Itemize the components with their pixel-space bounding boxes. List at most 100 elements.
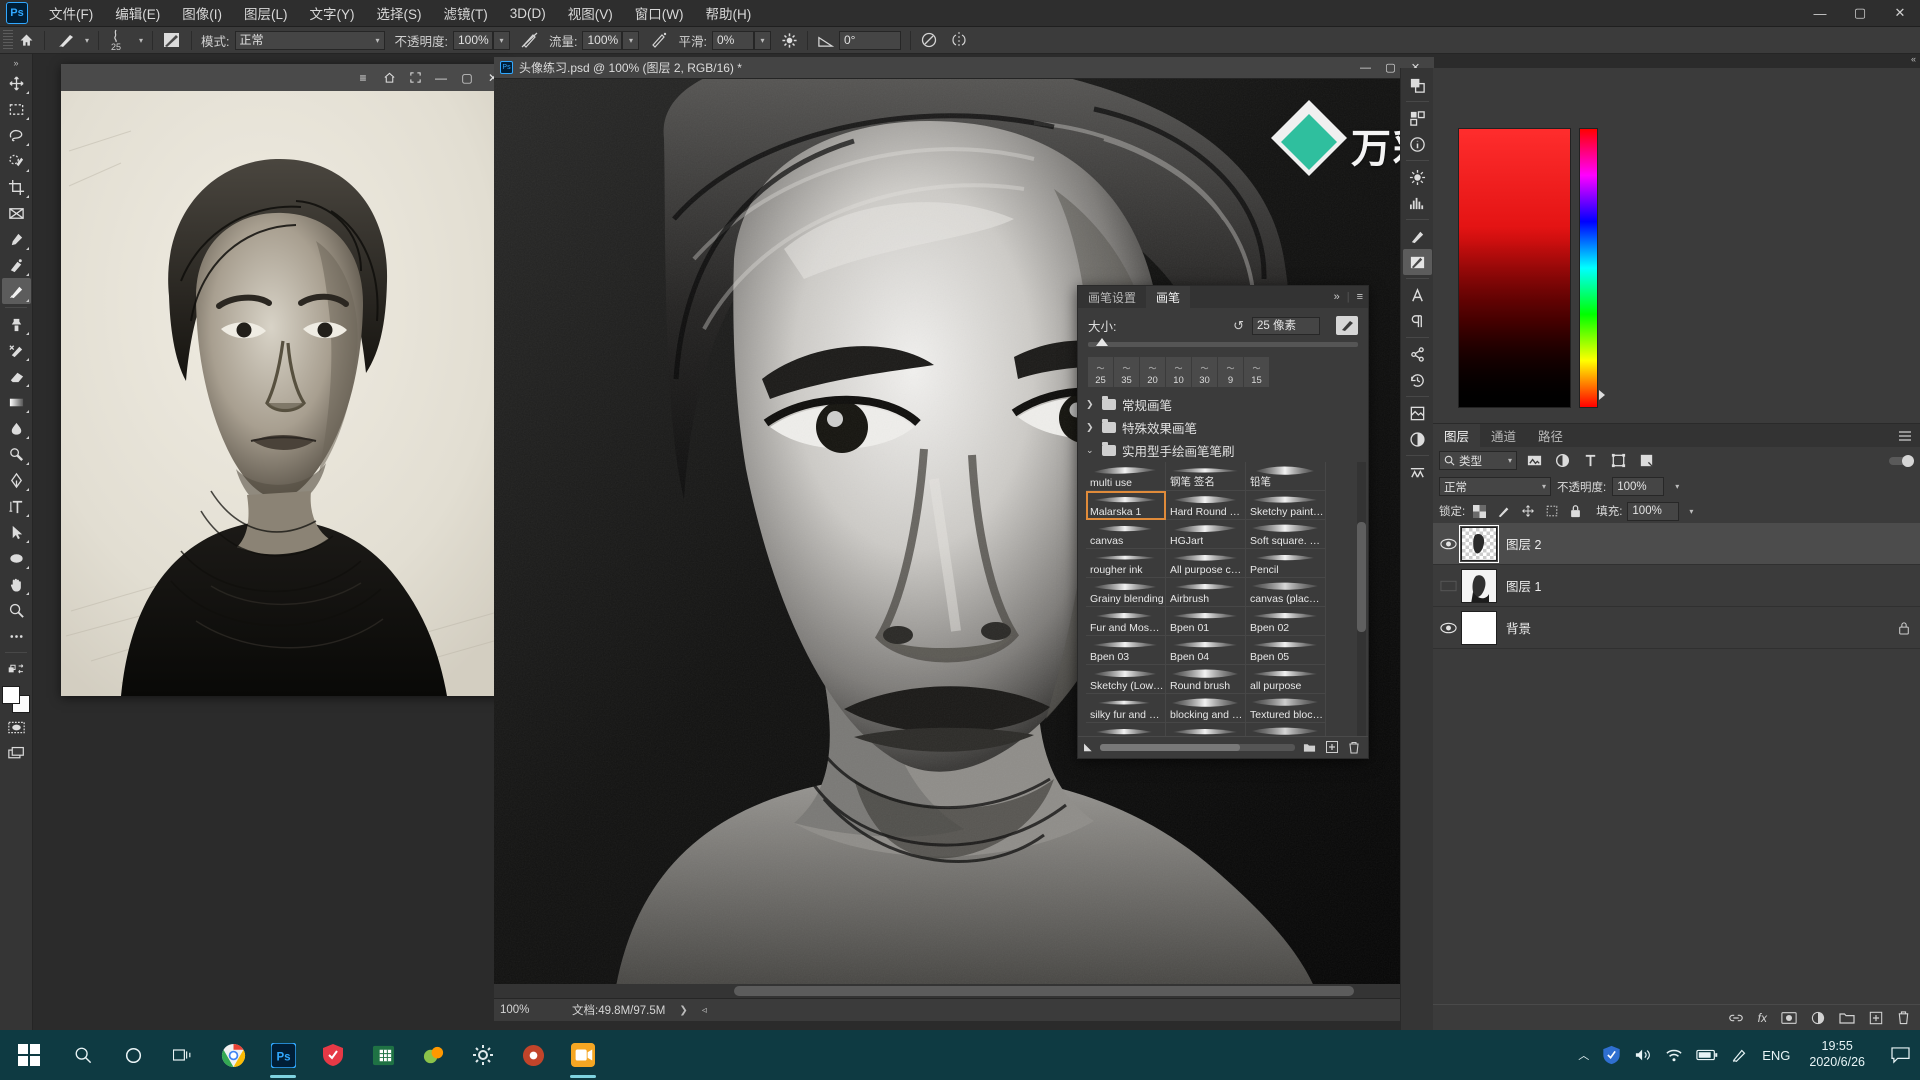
filter-smart-object-icon[interactable] bbox=[1635, 451, 1657, 471]
photoshop-icon[interactable]: Ps bbox=[258, 1030, 308, 1080]
eyedropper-tool[interactable] bbox=[2, 226, 31, 252]
settings-icon[interactable] bbox=[458, 1030, 508, 1080]
color-field[interactable] bbox=[1458, 128, 1571, 408]
brush-tip-icon[interactable] bbox=[1336, 316, 1358, 335]
brushes-icon[interactable] bbox=[1402, 249, 1432, 275]
brush-size-slider-thumb[interactable] bbox=[1096, 338, 1108, 346]
marquee-tool[interactable] bbox=[2, 96, 31, 122]
patterns-icon[interactable] bbox=[1403, 459, 1432, 485]
layer-thumbnail[interactable] bbox=[1461, 568, 1497, 603]
brush-cell[interactable]: Bpen 03 bbox=[1086, 636, 1166, 665]
chrome-icon[interactable] bbox=[208, 1030, 258, 1080]
histogram-icon[interactable] bbox=[1403, 190, 1432, 216]
layer-opacity-value[interactable]: 100% bbox=[1612, 477, 1665, 496]
smoothing-settings-button[interactable] bbox=[776, 27, 803, 54]
brush-cell[interactable]: Bpen 01 bbox=[1166, 607, 1246, 636]
brush-cell[interactable]: Grainy blending bbox=[1086, 578, 1166, 607]
ellipse-tool[interactable] bbox=[2, 545, 31, 571]
type-tool[interactable] bbox=[2, 493, 31, 519]
menu-select[interactable]: 选择(S) bbox=[366, 0, 433, 27]
start-button[interactable] bbox=[0, 1030, 58, 1080]
brush-grid-scrollbar[interactable] bbox=[1357, 462, 1366, 736]
brush-cell[interactable]: blocking and p... bbox=[1166, 694, 1246, 723]
document-horizontal-scroll-thumb[interactable] bbox=[734, 986, 1354, 996]
edit-toolbar-button[interactable] bbox=[2, 623, 31, 649]
lasso-tool[interactable] bbox=[2, 122, 31, 148]
layer-blend-mode-select[interactable]: 正常 ▾ bbox=[1439, 477, 1551, 496]
spot-healing-brush-tool[interactable] bbox=[2, 252, 31, 278]
brush-cell[interactable]: Sketchy painty... bbox=[1246, 491, 1326, 520]
clone-stamp-tool[interactable] bbox=[2, 311, 31, 337]
layer-filter-select[interactable]: 类型 ▾ bbox=[1439, 451, 1517, 470]
layer-comps-icon[interactable] bbox=[1403, 400, 1432, 426]
blur-tool[interactable] bbox=[2, 415, 31, 441]
brush-cell[interactable]: inking bbox=[1086, 723, 1166, 736]
layer-row-background[interactable]: 背景 bbox=[1433, 607, 1920, 649]
frame-tool[interactable] bbox=[2, 200, 31, 226]
brush-cell[interactable]: Pencil bbox=[1246, 549, 1326, 578]
layer-thumbnail[interactable] bbox=[1461, 610, 1497, 645]
airbrush-toggle[interactable] bbox=[644, 27, 673, 54]
new-folder-icon[interactable] bbox=[1303, 741, 1316, 754]
layer-style-fx-icon[interactable]: fx bbox=[1758, 1011, 1767, 1025]
brush-size-slider[interactable] bbox=[1088, 338, 1358, 347]
move-tool[interactable] bbox=[2, 70, 31, 96]
brush-cell[interactable]: Textured blocki... bbox=[1246, 694, 1326, 723]
brush-folder-practical[interactable]: ⌄ 实用型手绘画笔笔刷 bbox=[1078, 439, 1368, 462]
battery-icon[interactable] bbox=[1696, 1048, 1718, 1062]
clock[interactable]: 19:55 2020/6/26 bbox=[1803, 1039, 1871, 1070]
menu-layer[interactable]: 图层(L) bbox=[233, 0, 299, 27]
document-minimize-button[interactable]: — bbox=[1353, 58, 1378, 78]
info-icon[interactable] bbox=[1403, 131, 1432, 157]
menu-filter[interactable]: 滤镜(T) bbox=[433, 0, 499, 27]
menu-window[interactable]: 窗口(W) bbox=[624, 0, 695, 27]
lock-transparent-pixels-icon[interactable] bbox=[1470, 502, 1489, 521]
menu-view[interactable]: 视图(V) bbox=[557, 0, 624, 27]
flow-dropdown[interactable]: ▾ bbox=[622, 30, 640, 50]
brush-cell[interactable]: Round brush bbox=[1166, 665, 1246, 694]
pen-tool[interactable] bbox=[2, 467, 31, 493]
brush-tool[interactable] bbox=[1, 278, 31, 304]
brush-grid-scroll-thumb[interactable] bbox=[1357, 522, 1366, 632]
add-mask-icon[interactable] bbox=[1781, 1011, 1797, 1025]
zoom-tool[interactable] bbox=[2, 597, 31, 623]
brush-cell[interactable]: Airbrush bbox=[1166, 578, 1246, 607]
filter-shape-icon[interactable] bbox=[1607, 451, 1629, 471]
screen-mode-button[interactable] bbox=[2, 740, 31, 766]
brush-cell[interactable]: silky fur and de... bbox=[1086, 694, 1166, 723]
brush-folder-special[interactable]: ❯ 特殊效果画笔 bbox=[1078, 416, 1368, 439]
opacity-input[interactable]: 100% bbox=[453, 30, 493, 50]
brush-cell[interactable]: multi use bbox=[1086, 462, 1166, 491]
layers-panel-menu-icon[interactable] bbox=[1898, 424, 1920, 447]
brush-size-value[interactable]: 25 像素 bbox=[1252, 316, 1320, 335]
eraser-tool[interactable] bbox=[2, 363, 31, 389]
opacity-dropdown-icon[interactable]: ▾ bbox=[1675, 482, 1679, 491]
hue-slider-arrow[interactable] bbox=[1599, 390, 1605, 400]
hue-strip[interactable] bbox=[1579, 128, 1598, 408]
lock-artboard-icon[interactable] bbox=[1542, 502, 1561, 521]
adjustments-icon[interactable] bbox=[1403, 164, 1432, 190]
zoom-level[interactable]: 100% bbox=[500, 1004, 556, 1016]
smoothing-dropdown[interactable]: ▾ bbox=[753, 30, 771, 50]
volume-icon[interactable] bbox=[1634, 1047, 1652, 1063]
resize-handle-icon[interactable]: ◣ bbox=[1084, 742, 1092, 753]
reference-minimize-button[interactable]: — bbox=[428, 67, 454, 89]
link-layers-icon[interactable] bbox=[1728, 1011, 1744, 1025]
reset-size-icon[interactable]: ↺ bbox=[1233, 318, 1244, 334]
home-button[interactable] bbox=[13, 27, 40, 54]
status-expand-icon[interactable]: ❯ bbox=[679, 1005, 687, 1016]
menu-image[interactable]: 图像(I) bbox=[171, 0, 233, 27]
delete-brush-icon[interactable] bbox=[1348, 741, 1360, 754]
reference-window-titlebar[interactable]: ≡ — ▢ ✕ bbox=[61, 64, 508, 91]
brush-cell[interactable]: Fur and Moss/g... bbox=[1086, 607, 1166, 636]
brush-cell[interactable]: HGJart bbox=[1166, 520, 1246, 549]
dock-collapse-icon[interactable]: « bbox=[1911, 54, 1916, 64]
foreground-color-swatch[interactable] bbox=[2, 686, 20, 704]
recent-size-item[interactable]: 〜 10 bbox=[1166, 357, 1192, 387]
pen-icon[interactable] bbox=[1731, 1046, 1749, 1064]
opacity-pressure-toggle[interactable] bbox=[515, 27, 544, 54]
dodge-tool[interactable] bbox=[2, 441, 31, 467]
layer-thumbnail[interactable] bbox=[1459, 524, 1499, 563]
opacity-dropdown[interactable]: ▾ bbox=[493, 30, 510, 50]
recent-size-item[interactable]: 〜 20 bbox=[1140, 357, 1166, 387]
